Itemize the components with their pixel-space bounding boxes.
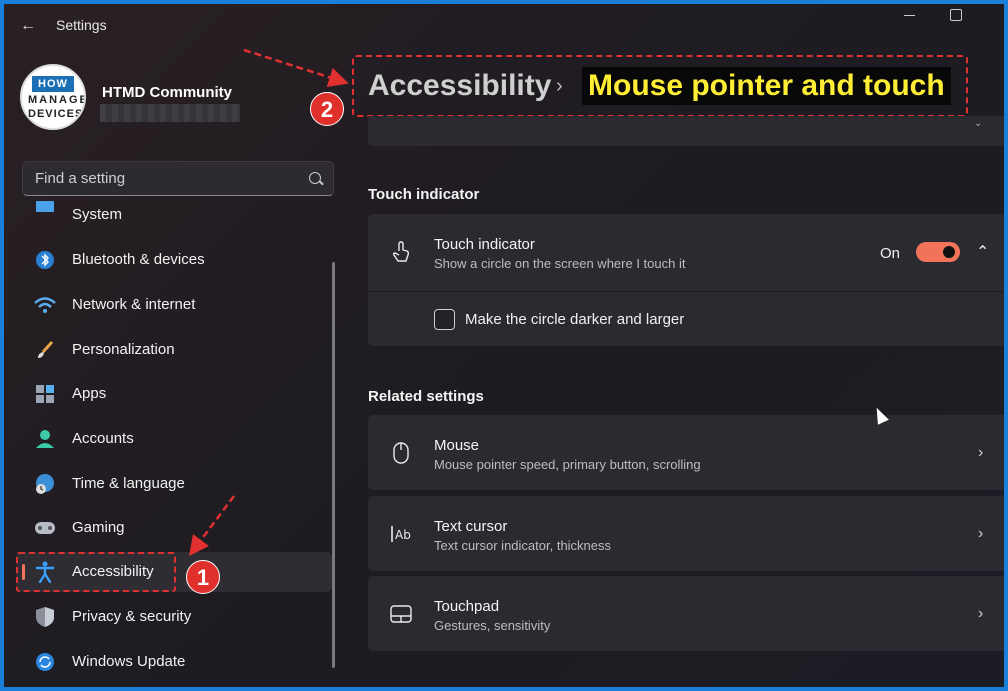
settings-window: ← Settings HOW TO MANAGE DEVICES HTMD Co…	[0, 0, 1008, 691]
annotation-arrows	[189, 48, 349, 556]
annotation-arrow-1	[189, 495, 235, 556]
annotation-arrow-2	[243, 48, 349, 87]
